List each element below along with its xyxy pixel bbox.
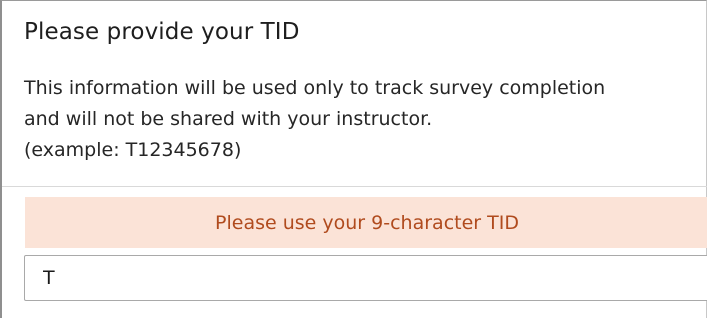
description-line: and will not be shared with your instruc… xyxy=(24,108,433,130)
question-title: Please provide your TID xyxy=(24,19,300,45)
description-line: This information will be used only to tr… xyxy=(24,77,606,99)
tid-input[interactable] xyxy=(24,255,707,301)
survey-question-panel: Please provide your TID This information… xyxy=(0,0,707,318)
description-example: (example: T12345678) xyxy=(24,139,242,161)
question-description: This information will be used only to tr… xyxy=(24,73,694,166)
validation-error-banner: Please use your 9-character TID xyxy=(25,197,707,248)
divider xyxy=(2,186,707,187)
